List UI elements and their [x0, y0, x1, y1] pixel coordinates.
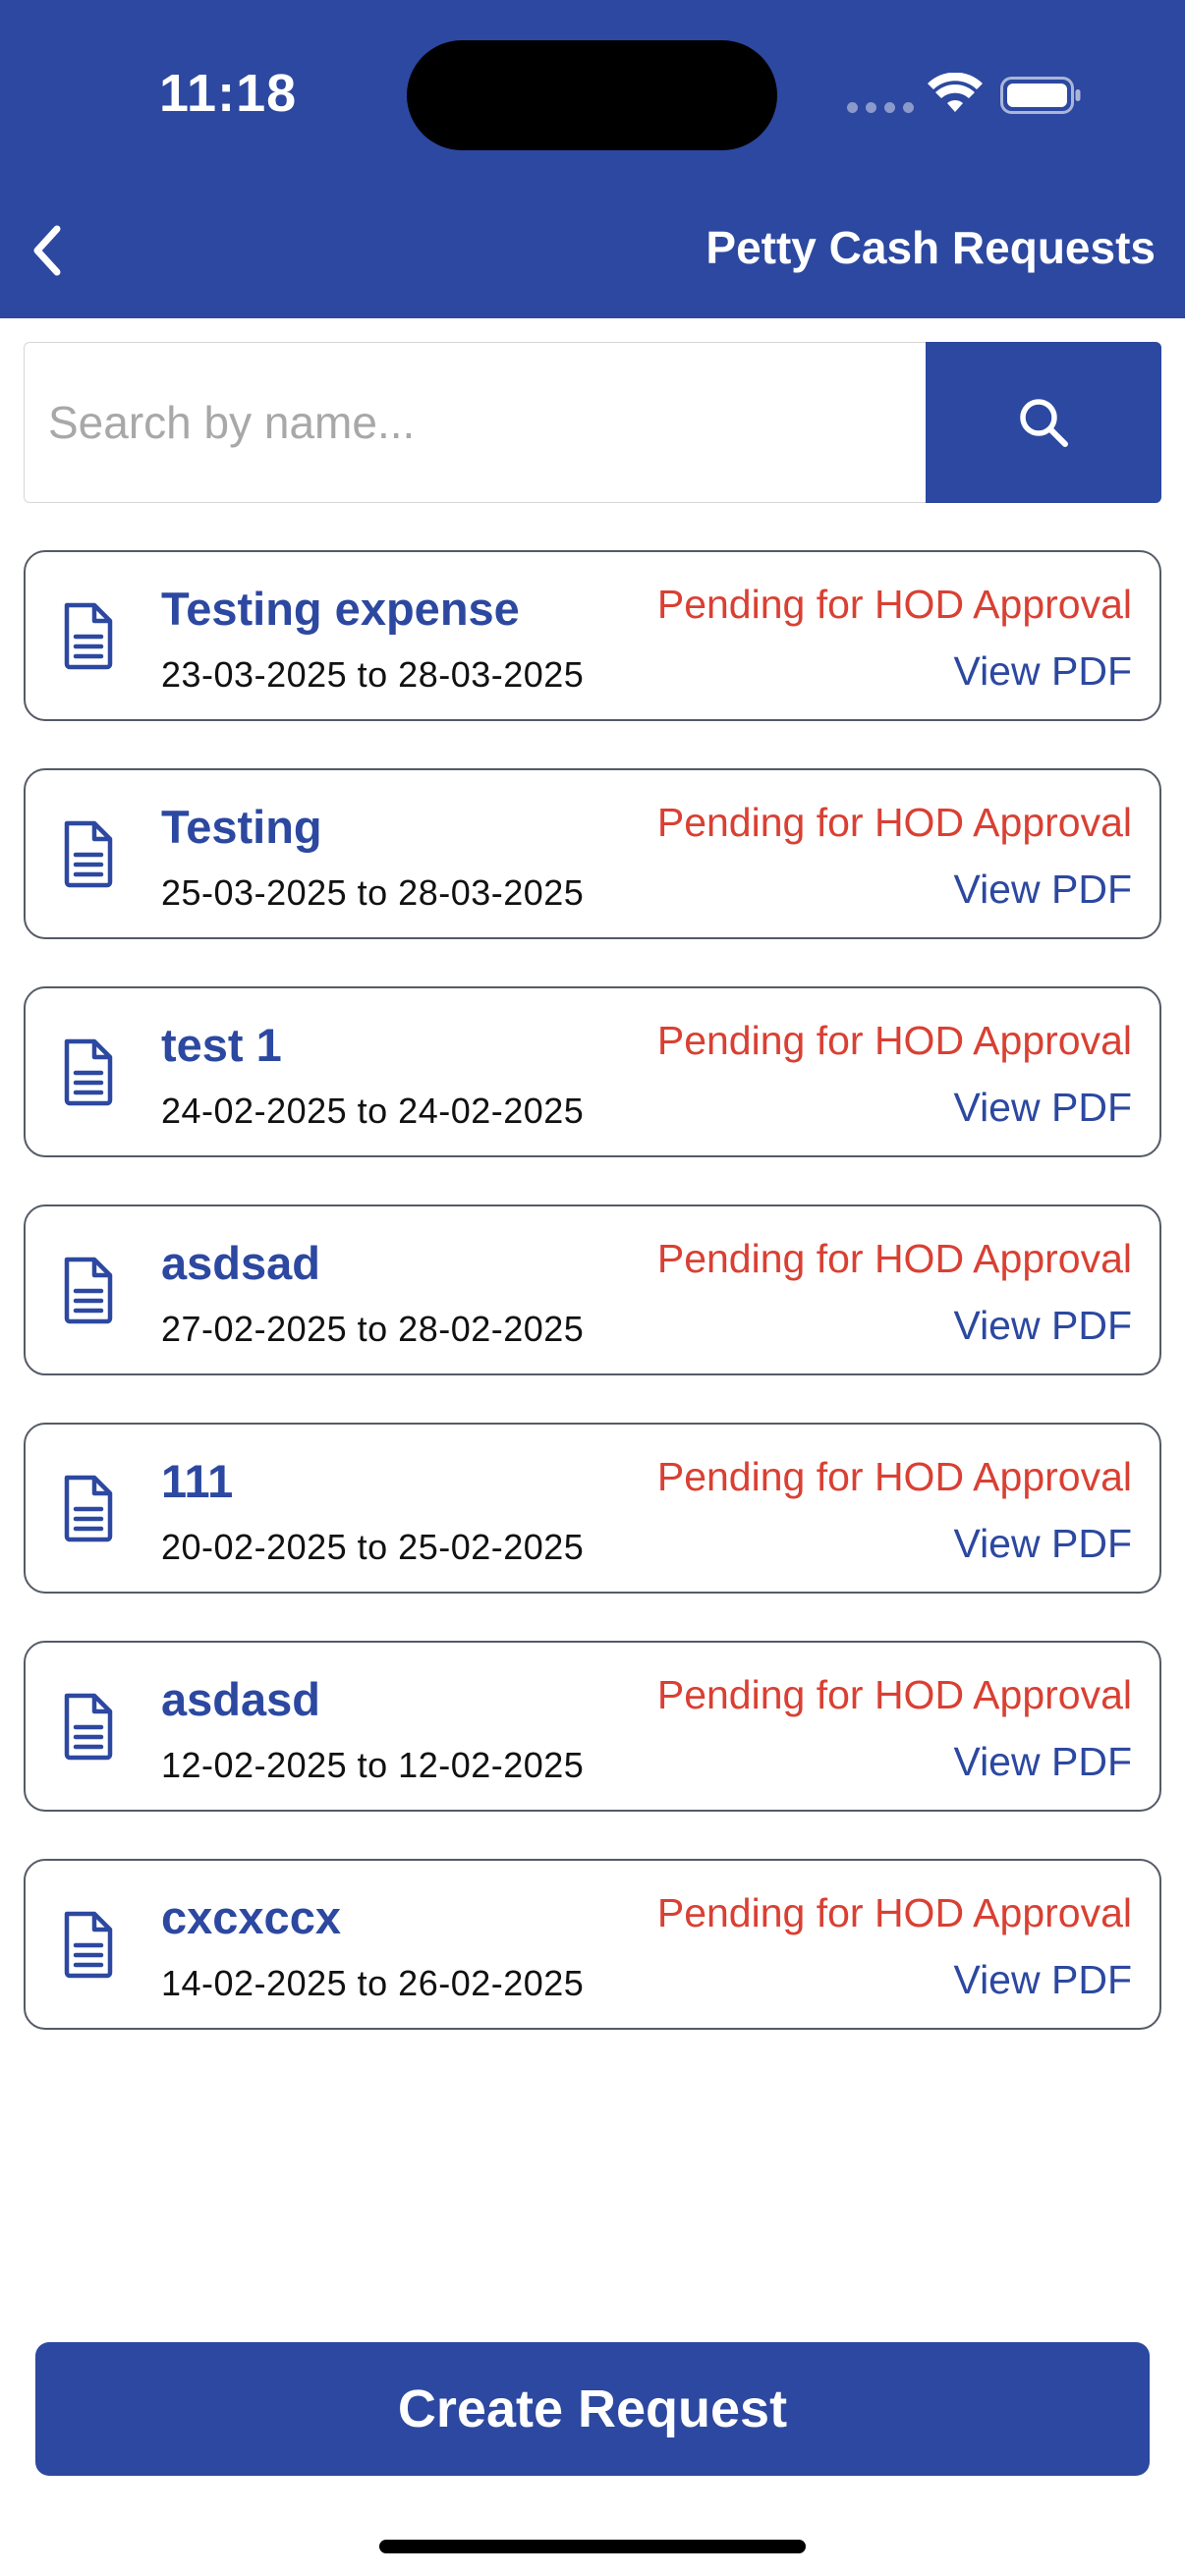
search-icon: [1020, 399, 1068, 447]
app-header: 11:18 Petty Cash Requests: [0, 0, 1185, 318]
request-date-range: 24-02-2025 to 24-02-2025: [161, 1091, 585, 1131]
search-input[interactable]: [24, 342, 926, 503]
view-pdf-link[interactable]: View PDF: [953, 1303, 1132, 1349]
request-status: Pending for HOD Approval: [656, 1672, 1132, 1717]
request-name: cxcxccx: [161, 1891, 341, 1943]
request-name: asdsad: [161, 1237, 320, 1289]
request-card[interactable]: asdasd 12-02-2025 to 12-02-2025 Pending …: [24, 1641, 1161, 1812]
document-icon: [64, 1911, 113, 1979]
request-status: Pending for HOD Approval: [656, 582, 1132, 627]
request-status: Pending for HOD Approval: [656, 1890, 1132, 1935]
request-date-range: 14-02-2025 to 26-02-2025: [161, 1963, 585, 2003]
document-icon: [64, 1038, 113, 1106]
request-name: Testing expense: [161, 583, 520, 635]
request-status: Pending for HOD Approval: [656, 1454, 1132, 1499]
view-pdf-link[interactable]: View PDF: [953, 1739, 1132, 1785]
request-name: 111: [161, 1455, 234, 1507]
page-title: Petty Cash Requests: [705, 222, 1156, 273]
request-card[interactable]: cxcxccx 14-02-2025 to 26-02-2025 Pending…: [24, 1859, 1161, 2030]
dynamic-island: [407, 40, 777, 150]
request-list: Testing expense 23-03-2025 to 28-03-2025…: [24, 550, 1161, 2077]
request-date-range: 12-02-2025 to 12-02-2025: [161, 1745, 585, 1785]
search-bar: [24, 342, 1161, 503]
document-icon: [64, 1475, 113, 1542]
view-pdf-link[interactable]: View PDF: [953, 1957, 1132, 2003]
request-status: Pending for HOD Approval: [656, 800, 1132, 845]
cellular-signal-icon: [847, 102, 914, 113]
status-bar-time: 11:18: [159, 64, 298, 123]
request-card[interactable]: Testing expense 23-03-2025 to 28-03-2025…: [24, 550, 1161, 721]
create-request-button[interactable]: Create Request: [35, 2342, 1150, 2476]
search-button[interactable]: [926, 342, 1161, 503]
home-indicator[interactable]: [379, 2540, 806, 2553]
view-pdf-link[interactable]: View PDF: [953, 648, 1132, 695]
request-name: asdasd: [161, 1673, 320, 1725]
request-card[interactable]: test 1 24-02-2025 to 24-02-2025 Pending …: [24, 986, 1161, 1157]
battery-icon: [1000, 77, 1081, 114]
request-date-range: 27-02-2025 to 28-02-2025: [161, 1309, 585, 1349]
chevron-left-icon: [33, 225, 61, 276]
request-card[interactable]: 111 20-02-2025 to 25-02-2025 Pending for…: [24, 1423, 1161, 1594]
request-name: Testing: [161, 801, 322, 853]
request-status: Pending for HOD Approval: [656, 1018, 1132, 1063]
view-pdf-link[interactable]: View PDF: [953, 867, 1132, 913]
request-status: Pending for HOD Approval: [656, 1236, 1132, 1281]
request-date-range: 25-03-2025 to 28-03-2025: [161, 872, 585, 913]
document-icon: [64, 1693, 113, 1761]
request-date-range: 23-03-2025 to 28-03-2025: [161, 654, 585, 695]
view-pdf-link[interactable]: View PDF: [953, 1521, 1132, 1567]
back-button[interactable]: [18, 218, 77, 283]
request-name: test 1: [161, 1019, 282, 1071]
wifi-icon: [928, 73, 983, 112]
request-card[interactable]: Testing 25-03-2025 to 28-03-2025 Pending…: [24, 768, 1161, 939]
document-icon: [64, 602, 113, 670]
request-card[interactable]: asdsad 27-02-2025 to 28-02-2025 Pending …: [24, 1204, 1161, 1375]
document-icon: [64, 1257, 113, 1324]
document-icon: [64, 820, 113, 888]
view-pdf-link[interactable]: View PDF: [953, 1085, 1132, 1131]
request-date-range: 20-02-2025 to 25-02-2025: [161, 1527, 585, 1567]
